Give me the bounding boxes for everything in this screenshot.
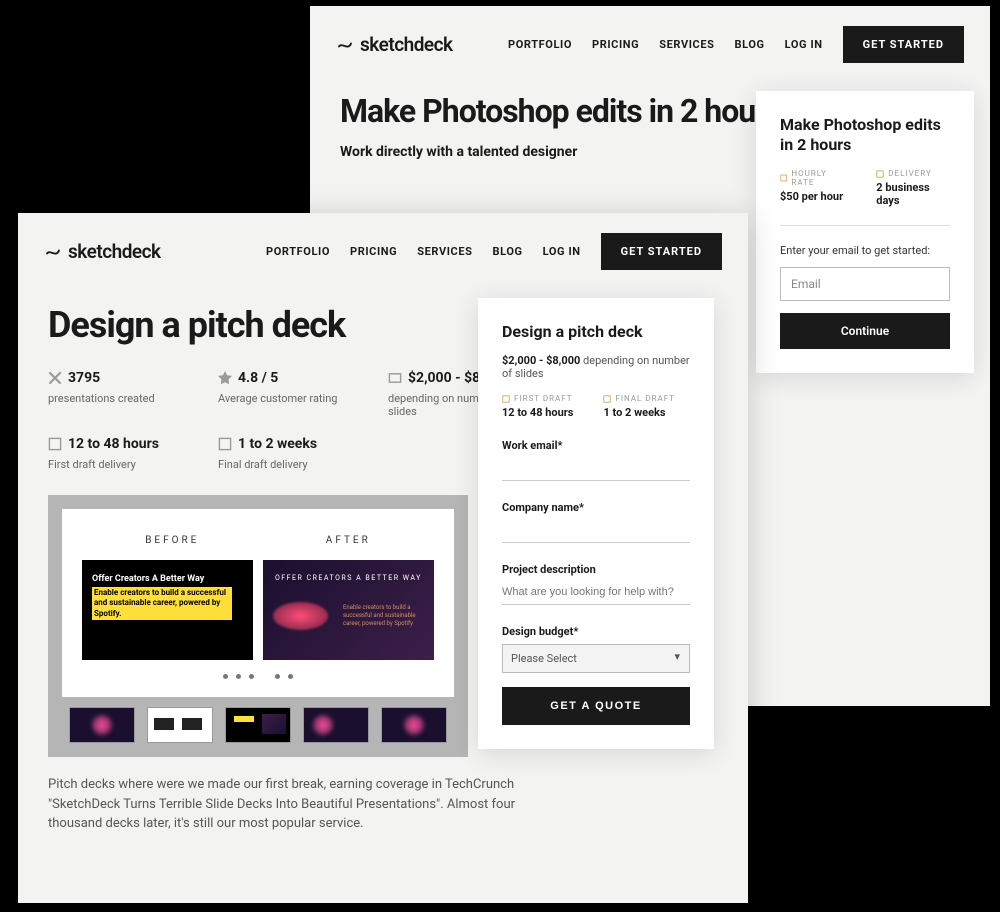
carousel-thumbs [62,707,454,743]
before-label: BEFORE [145,535,199,546]
stat-rating: 4.8 / 5 Average customer rating [218,370,338,418]
dot[interactable] [236,674,241,679]
before-image: Offer Creators A Better Way Enable creat… [82,560,253,660]
lead-text: Enter your email to get started: [780,244,950,257]
thumb[interactable] [147,707,213,743]
calendar-icon [48,437,62,451]
thumb[interactable] [381,707,447,743]
card-draft-row: FIRST DRAFT 12 to 48 hours FINAL DRAFT 1… [502,394,690,419]
slide: BEFORE AFTER Offer Creators A Better Way… [62,509,454,697]
email-input[interactable]: Email [780,267,950,301]
card-meta-row: HOURLY RATE $50 per hour DELIVERY 2 busi… [780,169,950,207]
rate-label: HOURLY RATE [780,169,848,187]
meta-rate: HOURLY RATE $50 per hour [780,169,848,207]
dot[interactable] [275,674,280,679]
divider [780,225,950,226]
star-icon [218,371,232,385]
nav-pricing[interactable]: PRICING [350,245,397,258]
carousel-dots [82,674,434,679]
dot[interactable] [223,674,228,679]
calendar-icon [603,395,611,403]
nav-services[interactable]: SERVICES [417,245,472,258]
price-icon [388,371,402,385]
logo-icon [336,36,354,54]
ba-labels: BEFORE AFTER [82,535,434,546]
delivery-value: 2 business days [876,181,950,207]
brand-logo[interactable]: sketchdeck [44,240,161,263]
thumb[interactable] [69,707,135,743]
calendar-icon [218,437,232,451]
nav-links-back: PORTFOLIO PRICING SERVICES BLOG LOG IN G… [508,26,964,63]
desc-label: Project description [502,563,690,576]
delivery-label: DELIVERY [876,169,950,178]
brand-logo[interactable]: sketchdeck [336,33,453,56]
nav-links-front: PORTFOLIO PRICING SERVICES BLOG LOG IN G… [266,233,722,270]
thumb[interactable] [225,707,291,743]
dot-active[interactable] [262,674,267,679]
nav-portfolio[interactable]: PORTFOLIO [508,38,572,51]
get-started-button[interactable]: GET STARTED [843,26,964,63]
ba-images: Offer Creators A Better Way Enable creat… [82,560,434,660]
get-started-button[interactable]: GET STARTED [601,233,722,270]
company-label: Company name* [502,501,690,514]
company-input[interactable] [502,518,690,543]
topnav-front: sketchdeck PORTFOLIO PRICING SERVICES BL… [18,213,748,290]
first-draft: FIRST DRAFT 12 to 48 hours [502,394,573,419]
get-quote-button[interactable]: GET A QUOTE [502,687,690,725]
stat-created: 3795 presentations created [48,370,168,418]
email-label: Work email* [502,439,690,452]
nav-login[interactable]: LOG IN [785,38,823,51]
nav-portfolio[interactable]: PORTFOLIO [266,245,330,258]
nav-services[interactable]: SERVICES [659,38,714,51]
thumb[interactable] [303,707,369,743]
nav-login[interactable]: LOG IN [543,245,581,258]
desc-input[interactable] [502,580,690,605]
quote-card-pitchdeck: Design a pitch deck $2,000 - $8,000 depe… [478,298,714,749]
budget-select-wrap: Please Select [502,644,690,673]
calendar-icon [876,170,884,178]
nav-pricing[interactable]: PRICING [592,38,639,51]
final-draft: FINAL DRAFT 1 to 2 weeks [603,394,675,419]
calendar-icon [502,395,510,403]
dot[interactable] [288,674,293,679]
budget-label: Design budget* [502,625,690,638]
card-title: Make Photoshop edits in 2 hours [780,115,950,155]
after-label: AFTER [326,535,371,546]
brand-text: sketchdeck [360,33,453,56]
card-price: $2,000 - $8,000 depending on number of s… [502,354,690,380]
signup-card-photoshop: Make Photoshop edits in 2 hours HOURLY R… [756,91,974,373]
brand-text: sketchdeck [68,240,161,263]
after-image: OFFER CREATORS A BETTER WAY Enable creat… [263,560,434,660]
topnav-back: sketchdeck PORTFOLIO PRICING SERVICES BL… [310,6,990,83]
dot[interactable] [249,674,254,679]
nav-blog[interactable]: BLOG [735,38,765,51]
before-after-carousel: BEFORE AFTER Offer Creators A Better Way… [48,495,468,757]
meta-delivery: DELIVERY 2 business days [876,169,950,207]
cross-icon [48,371,62,385]
budget-select[interactable]: Please Select [502,644,690,673]
rate-value: $50 per hour [780,190,848,203]
email-input[interactable] [502,456,690,481]
stat-final-draft: 1 to 2 weeks Final draft delivery [218,436,338,471]
continue-button[interactable]: Continue [780,313,950,349]
description-text: Pitch decks where were we made our first… [18,757,598,852]
card-title: Design a pitch deck [502,322,690,342]
logo-icon [44,243,62,261]
graphic-blob [273,602,328,630]
nav-blog[interactable]: BLOG [493,245,523,258]
clock-icon [780,174,787,182]
stat-first-draft: 12 to 48 hours First draft delivery [48,436,168,471]
